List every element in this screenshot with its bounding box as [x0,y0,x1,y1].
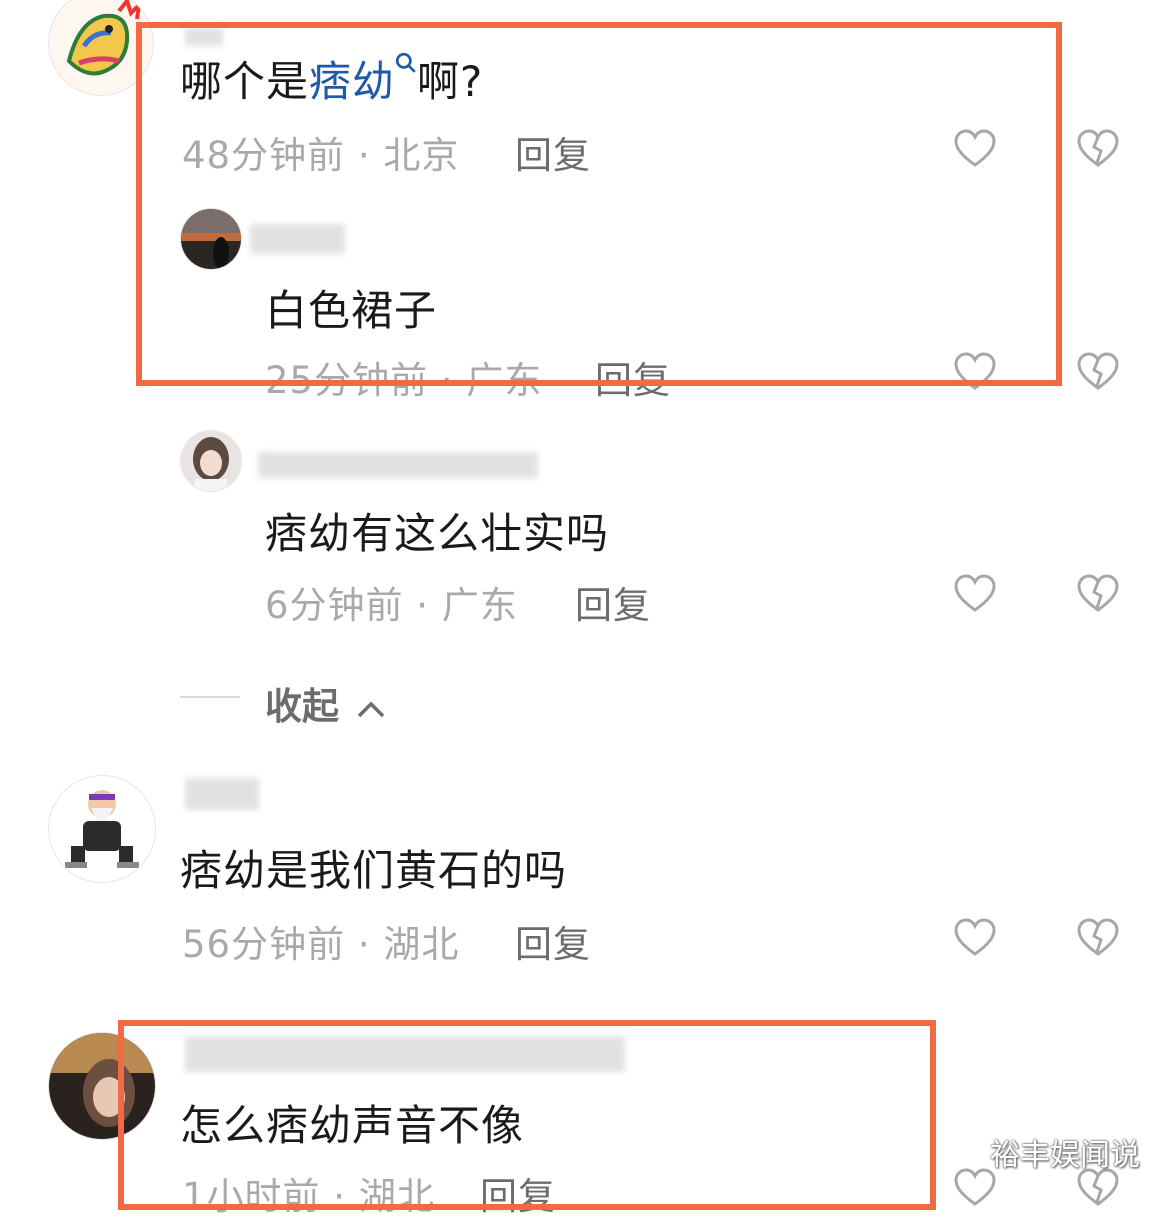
dislike-broken-heart-icon[interactable] [1076,572,1120,616]
reply-button[interactable]: 回复 [515,914,591,968]
dislike-broken-heart-icon[interactable] [1076,127,1120,171]
highlight-box [136,22,1062,386]
cartoon-old-man-avatar-icon [65,790,139,868]
comment-text: 痞幼有这么壮实吗 [265,509,610,558]
like-heart-icon[interactable] [953,916,997,960]
reply-button[interactable]: 回复 [575,575,651,629]
like-heart-icon[interactable] [953,572,997,616]
girl-avatar-icon [181,431,241,491]
blurred-username [258,452,538,478]
avatar[interactable] [180,430,242,492]
chevron-up-icon [357,701,385,717]
watermark: 裕丰娱闻说 [990,1138,1140,1173]
avatar[interactable] [48,775,156,883]
dislike-broken-heart-icon[interactable] [1076,350,1120,394]
comment-time-location: 6分钟前 · 广东 [265,584,518,627]
blurred-username [185,778,259,810]
highlight-box [118,1020,936,1210]
comment-text: 痞幼是我们黄石的吗 [180,846,568,895]
dislike-broken-heart-icon[interactable] [1076,916,1120,960]
comment-time-location: 56分钟前 · 湖北 [182,923,460,966]
collapse-replies-button[interactable]: 收起 [265,676,386,730]
collapse-divider [180,696,240,698]
